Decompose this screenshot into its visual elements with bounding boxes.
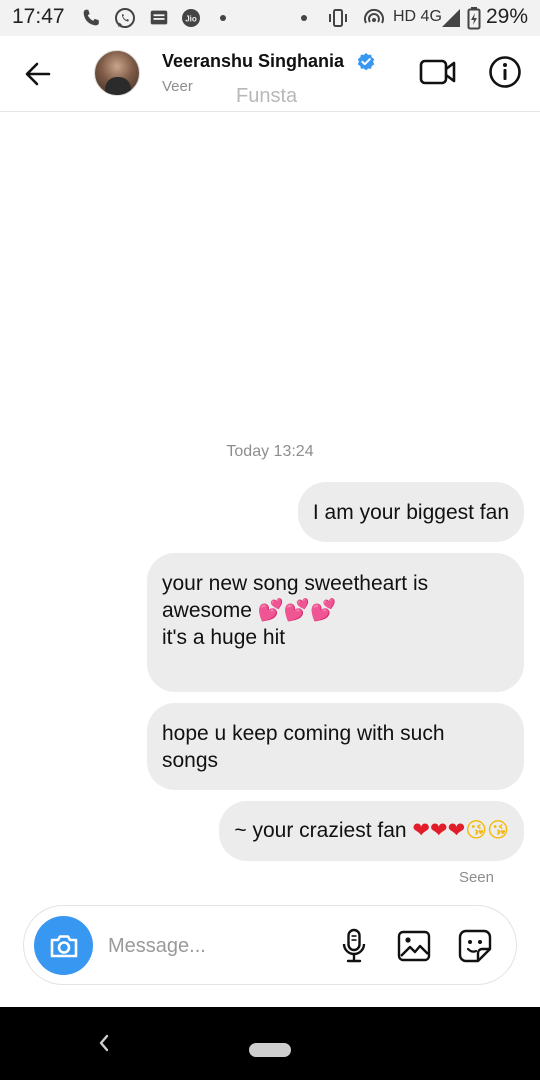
jio-icon: Jio [181, 6, 201, 30]
gallery-icon [397, 930, 431, 962]
avatar[interactable] [94, 50, 140, 96]
voice-message-button[interactable] [336, 926, 372, 966]
whatsapp-icon [113, 6, 137, 30]
message-text: I am your biggest fan [312, 501, 509, 524]
seen-receipt: Seen [458, 869, 494, 886]
camera-icon [50, 934, 77, 957]
video-call-icon [419, 59, 456, 85]
back-arrow-icon [25, 62, 51, 86]
red-heart-emoji: ❤❤❤ [412, 818, 466, 842]
message-bubble[interactable]: hope u keep coming with such songs [147, 703, 524, 790]
video-call-button[interactable] [418, 56, 458, 88]
battery-icon [467, 6, 481, 30]
chat-header: Veeranshu Singhania Veer Funsta [0, 36, 540, 112]
chevron-left-icon [99, 1034, 109, 1052]
message-bubble[interactable]: your new song sweetheart is awesome 💕💕💕 … [147, 553, 524, 692]
message-text: your new song sweetheart is [162, 572, 429, 595]
system-home-button[interactable] [249, 1043, 291, 1057]
system-back-button[interactable] [90, 1029, 118, 1057]
message-bubble[interactable]: I am your biggest fan [297, 482, 524, 542]
network-type: HD 4G [393, 8, 442, 25]
phone-icon [80, 6, 102, 30]
message-text: ~ your craziest fan [234, 819, 407, 842]
info-button[interactable] [487, 54, 523, 90]
status-time: 17:47 [12, 5, 65, 28]
info-icon [489, 56, 521, 88]
contact-username: Veer [162, 78, 193, 95]
two-hearts-emoji: 💕💕💕 [257, 598, 337, 622]
message-timestamp: Today 13:24 [226, 443, 314, 460]
signal-icon [440, 6, 462, 30]
kiss-face-emoji: 😘😘 [465, 818, 509, 842]
message-composer [23, 905, 517, 985]
message-text: hope u keep coming with such [162, 722, 445, 745]
dot-icon [219, 6, 227, 30]
message-text: it's a huge hit [162, 626, 286, 649]
system-navigation-bar [0, 1007, 540, 1080]
watermark: Funsta [236, 85, 298, 107]
sticker-button[interactable] [457, 926, 493, 966]
message-text: songs [162, 749, 219, 772]
dot-icon [300, 6, 308, 30]
camera-button[interactable] [34, 916, 93, 975]
message-input[interactable] [108, 932, 318, 960]
sticker-icon [458, 929, 492, 963]
message-text: awesome [162, 599, 252, 622]
message-bubble[interactable]: ~ your craziest fan ❤❤❤😘😘 [219, 801, 524, 861]
vibrate-icon [326, 6, 350, 30]
message-icon [148, 6, 170, 30]
svg-text:Jio: Jio [185, 15, 197, 24]
battery-percentage: 29% [485, 5, 528, 28]
gallery-button[interactable] [396, 926, 432, 966]
microphone-icon [342, 928, 366, 963]
status-bar: 17:47 Jio HD 4G 29% [0, 0, 540, 36]
verified-badge-icon [356, 52, 376, 72]
back-button[interactable] [20, 56, 56, 92]
contact-name[interactable]: Veeranshu Singhania [162, 51, 344, 72]
hotspot-icon [362, 6, 386, 30]
